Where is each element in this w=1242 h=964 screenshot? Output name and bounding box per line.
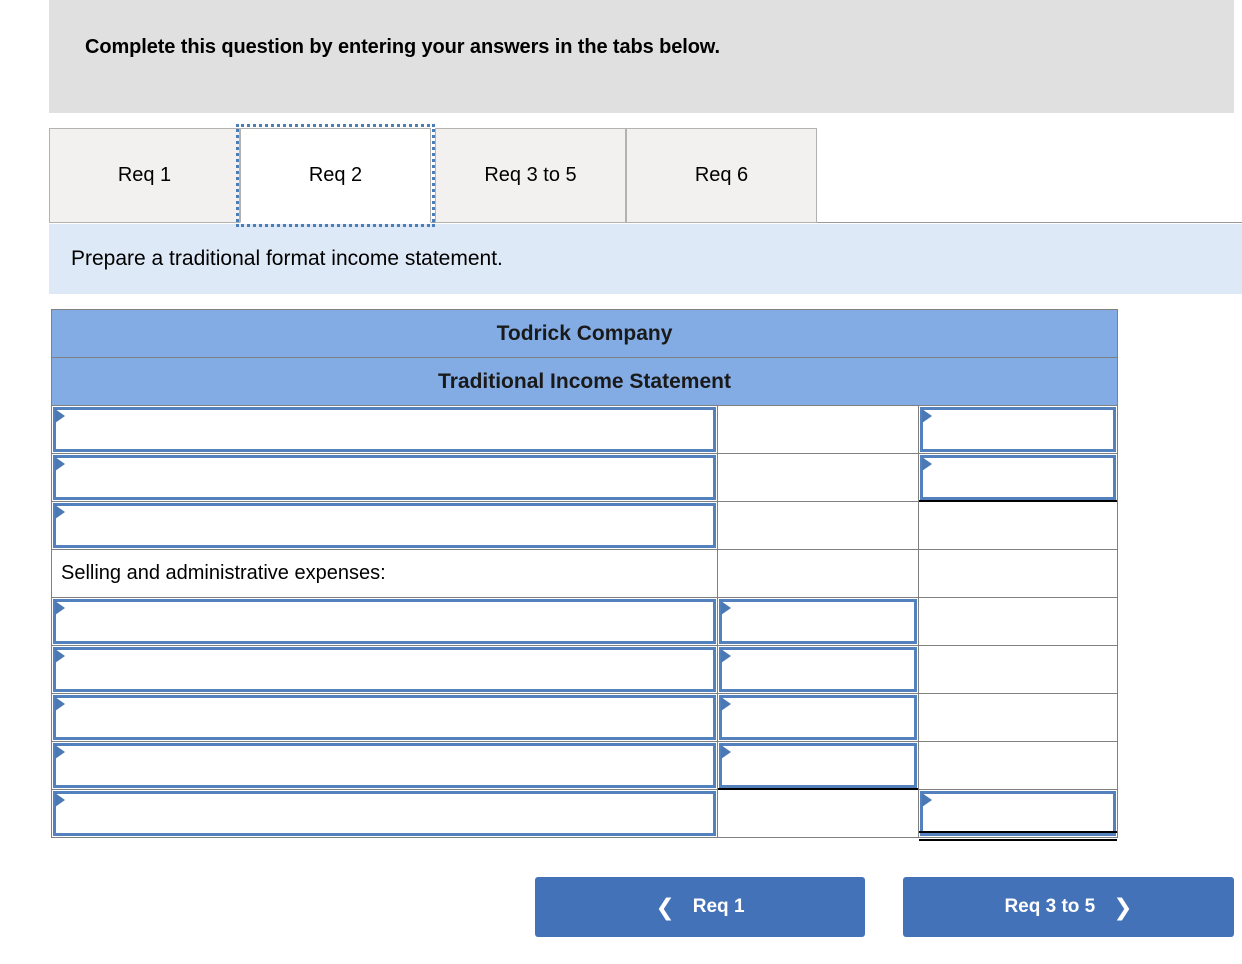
row-7-amount-right-dropdown[interactable] [920, 791, 1116, 836]
row-0-amount-right-dropdown[interactable] [920, 407, 1116, 452]
row-0-amount-right[interactable] [918, 405, 1118, 454]
tab-req-2[interactable]: Req 2 [236, 124, 435, 227]
tab-label: Req 2 [308, 164, 363, 186]
row-3-amount-right [918, 597, 1118, 646]
section-label-middle [717, 549, 919, 598]
tab-label: Req 6 [694, 164, 749, 186]
banner-instruction-text: Complete this question by entering your … [85, 36, 720, 58]
row-2-description[interactable] [51, 501, 718, 550]
row-7-description[interactable] [51, 789, 718, 838]
row-7-amount-middle [717, 789, 919, 838]
row-5-amount-right [918, 693, 1118, 742]
worksheet-statement-subtitle: Traditional Income Statement [51, 357, 1118, 406]
row-5-description-dropdown[interactable] [53, 695, 716, 740]
row-1-amount-middle [717, 453, 919, 502]
next-requirement-label: Req 3 to 5 [1004, 896, 1096, 917]
row-5-description[interactable] [51, 693, 718, 742]
row-3-description[interactable] [51, 597, 718, 646]
worksheet-title-row: Todrick Company [51, 309, 1118, 358]
row-4-amount-middle[interactable] [717, 645, 919, 694]
worksheet-section-label-row: Selling and administrative expenses: [51, 549, 1118, 598]
row-3-amount-middle[interactable] [717, 597, 919, 646]
row-2-amount-right [918, 501, 1118, 550]
worksheet-row [51, 789, 1118, 842]
row-1-amount-right[interactable] [918, 453, 1118, 503]
section-label-text: Selling and administrative expenses: [61, 562, 386, 584]
row-1-amount-right-dropdown[interactable] [920, 455, 1116, 500]
row-4-description-dropdown[interactable] [53, 647, 716, 692]
row-5-amount-middle-dropdown[interactable] [719, 695, 917, 740]
tab-label: Req 1 [117, 164, 172, 186]
row-6-amount-middle[interactable] [717, 741, 919, 791]
requirement-tabs: Req 1 Req 2 Req 3 to 5 Req 6 [49, 124, 1242, 227]
section-label: Selling and administrative expenses: [51, 549, 718, 598]
worksheet-company-title: Todrick Company [51, 309, 1118, 358]
tab-req-6[interactable]: Req 6 [626, 128, 817, 223]
chevron-left-icon: ❮ [655, 893, 675, 920]
row-4-amount-right [918, 645, 1118, 694]
worksheet-row [51, 597, 1118, 646]
prev-requirement-button[interactable]: ❮ Req 1 [535, 877, 865, 937]
row-6-amount-right [918, 741, 1118, 790]
requirement-prompt-bar: Prepare a traditional format income stat… [49, 224, 1242, 294]
section-label-right [918, 549, 1118, 598]
row-0-description-dropdown[interactable] [53, 407, 716, 452]
chevron-right-icon: ❯ [1113, 893, 1133, 920]
tab-req-3-to-5[interactable]: Req 3 to 5 [435, 128, 626, 223]
row-7-description-dropdown[interactable] [53, 791, 716, 836]
row-0-description[interactable] [51, 405, 718, 454]
row-6-description[interactable] [51, 741, 718, 790]
tab-req-1[interactable]: Req 1 [49, 128, 240, 223]
row-6-amount-middle-dropdown[interactable] [719, 743, 917, 788]
worksheet-row [51, 501, 1118, 550]
worksheet-subtitle-row: Traditional Income Statement [51, 357, 1118, 406]
row-0-amount-middle [717, 405, 919, 454]
worksheet-row [51, 693, 1118, 742]
row-3-description-dropdown[interactable] [53, 599, 716, 644]
worksheet-row [51, 645, 1118, 694]
worksheet-body: Todrick Company Traditional Income State… [51, 309, 1118, 842]
worksheet-row [51, 741, 1118, 791]
row-5-amount-middle[interactable] [717, 693, 919, 742]
worksheet-row [51, 405, 1118, 454]
row-3-amount-middle-dropdown[interactable] [719, 599, 917, 644]
next-requirement-button[interactable]: Req 3 to 5 ❯ [903, 877, 1234, 937]
row-2-description-dropdown[interactable] [53, 503, 716, 548]
row-4-description[interactable] [51, 645, 718, 694]
requirement-prompt-text: Prepare a traditional format income stat… [71, 247, 503, 270]
row-6-description-dropdown[interactable] [53, 743, 716, 788]
row-7-amount-right[interactable] [918, 789, 1118, 842]
tab-label: Req 3 to 5 [484, 164, 577, 186]
income-statement-worksheet: Todrick Company Traditional Income State… [51, 309, 1118, 842]
row-1-description[interactable] [51, 453, 718, 502]
question-banner: Complete this question by entering your … [49, 0, 1234, 113]
worksheet-row [51, 453, 1118, 503]
prev-requirement-label: Req 1 [692, 896, 745, 917]
row-4-amount-middle-dropdown[interactable] [719, 647, 917, 692]
row-2-amount-middle [717, 501, 919, 550]
row-1-description-dropdown[interactable] [53, 455, 716, 500]
